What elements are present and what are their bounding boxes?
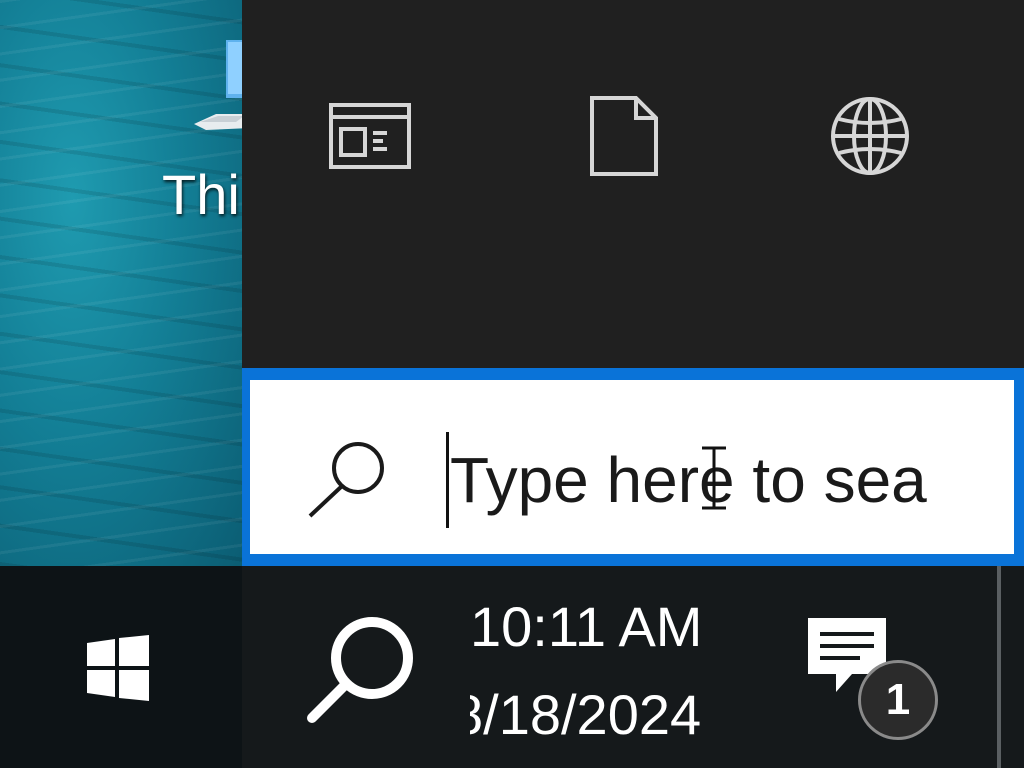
search-icon — [307, 617, 413, 723]
taskbar: 10:11 AM 8/18/2024 1 — [0, 566, 1024, 768]
notification-count-badge: 1 — [858, 660, 938, 740]
text-caret — [446, 432, 449, 528]
search-icon — [308, 442, 384, 518]
globe-icon — [831, 97, 909, 175]
apps-filter-button[interactable] — [320, 86, 420, 186]
taskbar-search-button[interactable] — [280, 600, 440, 740]
web-filter-button[interactable] — [820, 86, 920, 186]
search-flyout — [242, 0, 1024, 566]
desktop-icon-label[interactable]: Thi — [162, 164, 240, 226]
app-window-icon — [329, 103, 411, 169]
show-desktop-divider[interactable] — [997, 566, 1001, 768]
documents-filter-button[interactable] — [574, 86, 674, 186]
clock-date: 8/18/2024 — [470, 683, 702, 746]
system-clock[interactable]: 10:11 AM 8/18/2024 — [470, 588, 750, 748]
search-field-container[interactable] — [250, 380, 1014, 554]
clock-time: 10:11 AM — [470, 595, 703, 658]
desktop-background: Thi — [0, 0, 242, 566]
this-pc-icon[interactable] — [192, 18, 242, 130]
document-icon — [590, 96, 658, 176]
search-box — [242, 368, 1024, 566]
action-center-button[interactable]: 1 — [806, 616, 946, 746]
windows-logo-icon — [87, 635, 149, 701]
ibeam-cursor-icon — [702, 446, 726, 510]
start-button[interactable] — [40, 610, 196, 726]
